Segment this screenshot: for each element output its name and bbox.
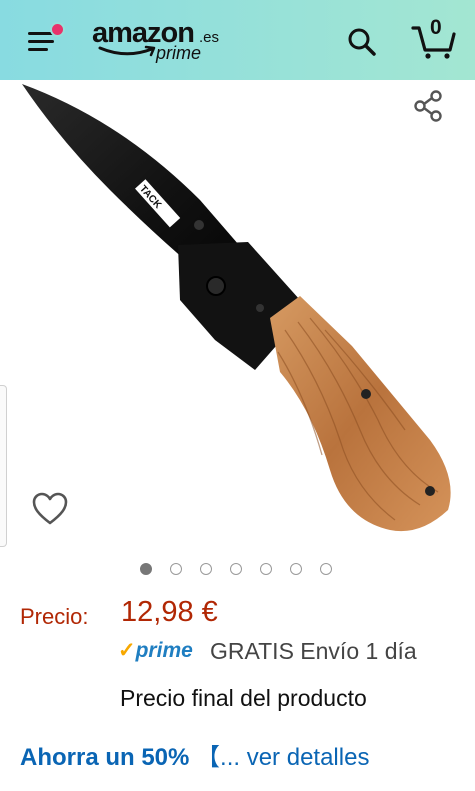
notification-dot xyxy=(50,22,65,37)
savings-percent: Ahorra un 50% xyxy=(20,744,190,771)
page-dot[interactable] xyxy=(260,563,272,575)
share-button[interactable] xyxy=(411,88,447,124)
search-button[interactable] xyxy=(346,26,378,58)
page-dot[interactable] xyxy=(290,563,302,575)
cart-button[interactable]: 0 xyxy=(410,16,458,60)
side-panel-handle[interactable] xyxy=(0,385,7,547)
prime-shipping-row: ✓prime GRATIS Envío 1 día xyxy=(118,638,468,668)
prime-check-icon: ✓ xyxy=(118,639,136,662)
savings-link[interactable]: Ahorra un 50% 【... ver detalles xyxy=(20,737,369,772)
amazon-prime-logo[interactable]: amazon .es prime xyxy=(92,17,222,65)
price-label: Precio: xyxy=(20,604,89,629)
logo-tld: .es xyxy=(199,29,220,46)
page-dot[interactable] xyxy=(200,563,212,575)
knife-image: TACK xyxy=(22,84,451,532)
wishlist-button[interactable] xyxy=(30,490,70,530)
cart-count: 0 xyxy=(430,16,442,39)
smile-arrow-icon xyxy=(98,45,156,57)
page-dot[interactable] xyxy=(170,563,182,575)
prime-word: prime xyxy=(135,639,193,662)
menu-icon-bar xyxy=(28,40,54,43)
search-icon xyxy=(348,28,376,56)
heart-icon xyxy=(32,492,68,525)
prime-badge: ✓prime xyxy=(118,638,193,663)
page-dot-active[interactable] xyxy=(140,563,152,575)
price-value: 12,98 € xyxy=(121,596,218,628)
share-icon xyxy=(414,90,442,122)
image-pagination[interactable] xyxy=(137,563,347,579)
menu-button[interactable] xyxy=(26,22,65,56)
shipping-text: GRATIS Envío 1 día xyxy=(210,638,417,664)
logo-prime: prime xyxy=(156,43,202,63)
page-dot[interactable] xyxy=(320,563,332,575)
final-price-note: Precio final del producto xyxy=(120,685,367,711)
top-header: amazon .es prime 0 xyxy=(0,0,475,80)
product-image[interactable]: TACK xyxy=(0,80,475,550)
page-dot[interactable] xyxy=(230,563,242,575)
menu-icon-bar xyxy=(28,48,48,51)
savings-details: 【... ver detalles xyxy=(189,744,370,771)
